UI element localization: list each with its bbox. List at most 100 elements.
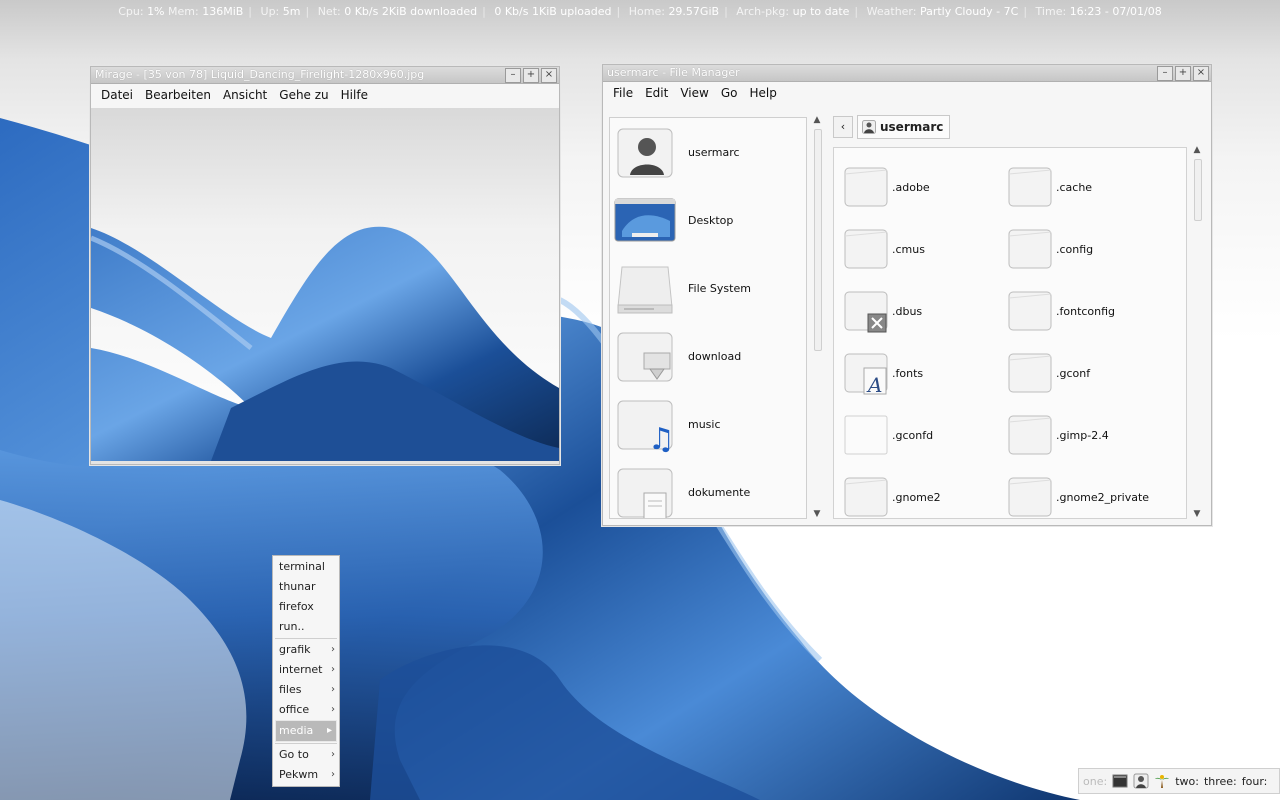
file-item[interactable]: A .fonts — [842, 342, 1006, 404]
close-button[interactable]: × — [541, 68, 557, 83]
file-manager-icon[interactable] — [1133, 773, 1149, 789]
user-home-icon — [614, 123, 676, 181]
submenu-arrow-icon: › — [331, 704, 335, 715]
file-item[interactable]: .gnome2 — [842, 466, 1006, 518]
time-value: 16:23 - 07/01/08 — [1069, 5, 1162, 18]
path-bar: ‹ usermarc — [833, 115, 951, 139]
scroll-down-icon[interactable]: ▼ — [811, 509, 823, 519]
folder-locked-icon — [842, 288, 890, 334]
scroll-thumb[interactable] — [814, 129, 822, 351]
desktop-icon — [614, 191, 676, 249]
menu-item-files[interactable]: files › — [273, 680, 339, 700]
image-canvas[interactable] — [91, 108, 559, 461]
folder-icon — [842, 226, 890, 272]
menu-item-office[interactable]: office › — [273, 700, 339, 720]
file-item[interactable]: .cmus — [842, 218, 1006, 280]
file-label: .gconfd — [892, 428, 934, 442]
file-icon-view[interactable]: .adobe .cache .cmus .config .dbus .fontc… — [833, 147, 1187, 519]
folder-icon — [1006, 226, 1054, 272]
mirage-titlebar[interactable]: Mirage - [35 von 78] Liquid_Dancing_Fire… — [91, 67, 559, 84]
file-item[interactable]: .gimp-2.4 — [1006, 404, 1170, 466]
submenu-arrow-icon: › — [331, 769, 335, 780]
place-file-system[interactable]: File System — [610, 254, 806, 322]
file-item[interactable]: .fontconfig — [1006, 280, 1170, 342]
menu-gehe-zu[interactable]: Gehe zu — [273, 88, 334, 102]
workspace-four[interactable]: four: — [1242, 775, 1268, 788]
scroll-thumb[interactable] — [1194, 159, 1202, 221]
home-value: 29.57GiB — [668, 5, 720, 18]
file-label: .cache — [1056, 180, 1093, 194]
fm-titlebar[interactable]: usermarc - File Manager – + × — [603, 65, 1211, 82]
menu-separator — [275, 638, 337, 639]
places-scrollbar[interactable]: ▲ ▼ — [811, 115, 823, 519]
folder-icon — [842, 474, 890, 518]
minimize-button[interactable]: – — [505, 68, 521, 83]
place-music[interactable]: ♫ music — [610, 390, 806, 458]
file-label: .fonts — [892, 366, 924, 380]
user-home-icon — [862, 120, 876, 134]
workspace-three[interactable]: three: — [1204, 775, 1237, 788]
submenu-arrow-icon: › — [331, 664, 335, 675]
submenu-arrow-icon: ▸ — [326, 725, 332, 736]
minimize-button[interactable]: – — [1157, 66, 1173, 81]
close-button[interactable]: × — [1193, 66, 1209, 81]
submenu-arrow-icon: › — [331, 684, 335, 695]
menu-hilfe[interactable]: Hilfe — [335, 88, 374, 102]
place-dokumente[interactable]: dokumente — [610, 458, 806, 518]
menu-edit[interactable]: Edit — [639, 86, 674, 100]
folder-icon — [842, 164, 890, 210]
menu-item-run[interactable]: run.. — [273, 617, 339, 637]
menu-datei[interactable]: Datei — [95, 88, 139, 102]
path-crumb-usermarc[interactable]: usermarc — [857, 115, 951, 139]
menu-item-label: firefox — [279, 600, 314, 613]
file-item[interactable]: .config — [1006, 218, 1170, 280]
scroll-down-icon[interactable]: ▼ — [1191, 509, 1203, 519]
file-label: .gconf — [1056, 366, 1091, 380]
terminal-icon[interactable] — [1112, 773, 1128, 789]
file-manager-window: usermarc - File Manager – + × File Edit … — [602, 64, 1212, 526]
menu-item-label: terminal — [279, 560, 325, 573]
files-scrollbar[interactable]: ▲ ▼ — [1191, 145, 1203, 519]
menu-item-internet[interactable]: internet › — [273, 660, 339, 680]
places-sidebar: usermarc Desktop File System download ♫ … — [609, 117, 807, 519]
menu-item-firefox[interactable]: firefox — [273, 597, 339, 617]
uptime-value: 5m — [282, 5, 301, 18]
menu-item-go-to[interactable]: Go to › — [273, 745, 339, 765]
menu-item-terminal[interactable]: terminal — [273, 557, 339, 577]
file-item[interactable]: .gnome2_private — [1006, 466, 1170, 518]
file-item[interactable]: .dbus — [842, 280, 1006, 342]
menu-go[interactable]: Go — [715, 86, 744, 100]
net-label: Net: — [317, 5, 341, 18]
file-item[interactable]: .gconf — [1006, 342, 1170, 404]
maximize-button[interactable]: + — [1175, 66, 1191, 81]
path-back-button[interactable]: ‹ — [833, 116, 853, 138]
place-download[interactable]: download — [610, 322, 806, 390]
menu-ansicht[interactable]: Ansicht — [217, 88, 273, 102]
folder-icon — [1006, 350, 1054, 396]
palm-tree-icon[interactable] — [1154, 773, 1170, 789]
download-folder-icon — [614, 327, 676, 385]
scroll-up-icon[interactable]: ▲ — [811, 115, 823, 125]
file-item[interactable]: .adobe — [842, 156, 1006, 218]
menu-item-label: grafik — [279, 643, 311, 656]
place-desktop[interactable]: Desktop — [610, 186, 806, 254]
file-item[interactable]: .cache — [1006, 156, 1170, 218]
menu-item-pekwm[interactable]: Pekwm › — [273, 765, 339, 785]
maximize-button[interactable]: + — [523, 68, 539, 83]
file-item[interactable]: .gconfd — [842, 404, 1006, 466]
menu-item-media[interactable]: media ▸ — [275, 720, 337, 742]
menu-file[interactable]: File — [607, 86, 639, 100]
workspace-two[interactable]: two: — [1175, 775, 1199, 788]
music-folder-icon: ♫ — [614, 395, 676, 457]
workspace-one[interactable]: one: — [1083, 775, 1107, 788]
mirage-title: Mirage - [35 von 78] Liquid_Dancing_Fire… — [95, 68, 425, 81]
menu-item-grafik[interactable]: grafik › — [273, 640, 339, 660]
menu-view[interactable]: View — [674, 86, 714, 100]
root-menu: terminal thunar firefox run.. grafik › in… — [272, 555, 340, 787]
place-label: File System — [688, 281, 751, 295]
place-usermarc[interactable]: usermarc — [610, 118, 806, 186]
scroll-up-icon[interactable]: ▲ — [1191, 145, 1203, 155]
menu-item-thunar[interactable]: thunar — [273, 577, 339, 597]
menu-help[interactable]: Help — [743, 86, 782, 100]
menu-bearbeiten[interactable]: Bearbeiten — [139, 88, 217, 102]
